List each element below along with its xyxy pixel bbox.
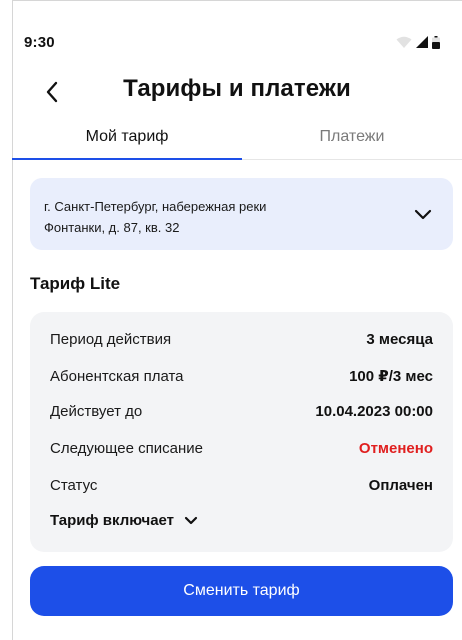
row-valid-until: Действует до 10.04.2023 00:00 [50,399,433,423]
row-label: Действует до [50,402,143,420]
status-bar: 9:30 [24,30,440,54]
address-text: г. Санкт-Петербург, набережная реки Фонт… [44,196,374,238]
tab-payments[interactable]: Платежи [242,128,462,146]
address-selector[interactable]: г. Санкт-Петербург, набережная реки Фонт… [30,178,453,250]
chevron-down-icon [184,516,198,524]
active-tab-indicator [12,158,242,160]
address-line-1: г. Санкт-Петербург, набережная реки [44,199,267,214]
row-label: Период действия [50,330,172,348]
battery-icon [432,35,440,49]
status-icons [396,35,440,49]
row-status: Статус Оплачен [50,473,433,497]
row-value: Оплачен [368,476,433,494]
header: Тарифы и платежи [12,72,462,112]
row-value: 10.04.2023 00:00 [315,402,433,420]
tab-bar: Мой тариф Платежи [12,118,462,160]
change-tariff-button[interactable]: Сменить тариф [30,566,453,616]
row-value: 100 ₽/3 мес [349,368,433,385]
cancelled-status: Отменено [358,439,433,457]
chevron-down-icon [414,209,432,220]
tariff-title: Тариф Lite [30,274,121,293]
tab-my-tariff[interactable]: Мой тариф [12,128,242,146]
status-time: 9:30 [24,33,55,51]
wifi-icon [396,36,412,48]
row-value: 3 месяца [366,330,433,348]
row-next-charge: Следующее списание Отменено [50,436,433,460]
row-fee: Абонентская плата 100 ₽/3 мес [50,364,433,388]
address-line-2: Фонтанки, д. 87, кв. 32 [44,220,180,235]
tariff-includes-toggle[interactable]: Тариф включает [50,512,198,529]
row-period: Период действия 3 месяца [50,327,433,351]
row-label: Следующее списание [50,439,203,457]
row-label: Абонентская плата [50,367,184,385]
tariff-details-card: Период действия 3 месяца Абонентская пла… [30,312,453,552]
signal-icon [416,36,428,48]
page-title: Тарифы и платежи [123,75,351,102]
tariff-includes-label: Тариф включает [50,512,175,529]
row-label: Статус [50,476,98,494]
